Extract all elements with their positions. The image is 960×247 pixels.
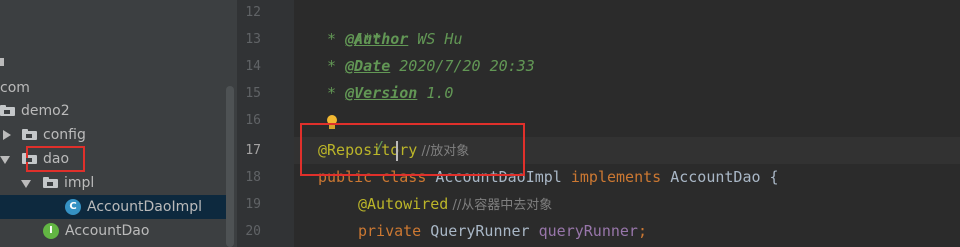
line-number: 18 <box>245 170 261 185</box>
tree-item-impl[interactable]: impl <box>0 171 226 195</box>
line-number: 13 <box>245 32 261 47</box>
tree-item-demo2[interactable]: demo2 <box>0 99 226 123</box>
tree-scrollbar[interactable] <box>226 86 234 247</box>
chevron-down-icon[interactable] <box>21 180 31 188</box>
code-token: QueryRunner <box>430 222 539 240</box>
line-number: 12 <box>245 5 261 20</box>
line-number: 19 <box>245 197 261 212</box>
repository-highlight-box <box>300 123 525 176</box>
tree-item-accountdaoimpl[interactable]: C AccountDaoImpl <box>0 195 226 219</box>
code-token: ; <box>637 222 647 240</box>
line-number: 16 <box>245 113 261 128</box>
tree-item-com[interactable]: com <box>0 76 226 100</box>
code-token: WS Hu <box>408 30 463 48</box>
tree-item-label: com <box>0 80 30 96</box>
code-line-12: /** <box>318 0 381 48</box>
code-token: * <box>318 30 346 48</box>
folder-icon <box>22 129 37 140</box>
code-token-tag: @Author <box>345 30 409 48</box>
code-token: * <box>318 84 346 102</box>
code-token-keyword: implements <box>570 168 671 186</box>
code-line-13: * @Author WS Hu <box>318 26 463 53</box>
chevron-right-icon[interactable] <box>3 130 11 140</box>
code-token: 2020/7/20 20:33 <box>390 57 535 75</box>
line-number-gutter: 12 13 14 15 16 17 18 19 20 <box>237 0 315 247</box>
code-token: * <box>318 57 346 75</box>
line-number-current: 17 <box>245 143 261 158</box>
code-line-19: @Autowired //从容器中去对象 <box>358 191 552 218</box>
interface-icon: I <box>43 223 59 239</box>
tree-item-accountdao[interactable]: I AccountDao <box>0 219 226 243</box>
code-line-15: * @Version 1.0 <box>318 80 453 107</box>
line-number: 14 <box>245 59 261 74</box>
code-token: AccountDao { <box>670 168 779 186</box>
code-token-annotation: @Autowired <box>358 195 449 213</box>
tree-item-config[interactable]: config <box>0 123 226 147</box>
line-number: 15 <box>245 86 261 101</box>
class-icon: C <box>65 199 81 215</box>
tree-edge-marker <box>0 58 4 66</box>
folder-icon <box>0 105 15 116</box>
folder-icon <box>43 177 58 188</box>
project-tree-panel: com demo2 config dao impl C AccountDaoIm… <box>0 0 237 247</box>
chevron-down-icon[interactable] <box>0 156 10 164</box>
dao-highlight-box <box>26 146 85 172</box>
code-token-keyword: private <box>358 222 431 240</box>
tree-item-label: AccountDaoImpl <box>87 199 202 215</box>
code-token-tag: @Date <box>345 57 391 75</box>
code-line-14: * @Date 2020/7/20 20:33 <box>318 53 535 80</box>
tree-item-label: config <box>43 127 86 143</box>
code-line-20: private QueryRunner queryRunner; <box>358 218 647 245</box>
tree-item-label: impl <box>64 175 95 191</box>
tree-item-label: AccountDao <box>65 223 150 239</box>
code-token-field: queryRunner <box>538 222 638 240</box>
tree-item-label: demo2 <box>21 103 70 119</box>
code-token-comment: //从容器中去对象 <box>448 198 553 213</box>
line-number: 20 <box>245 224 261 239</box>
code-token: 1.0 <box>417 84 454 102</box>
code-token-tag: @Version <box>345 84 418 102</box>
